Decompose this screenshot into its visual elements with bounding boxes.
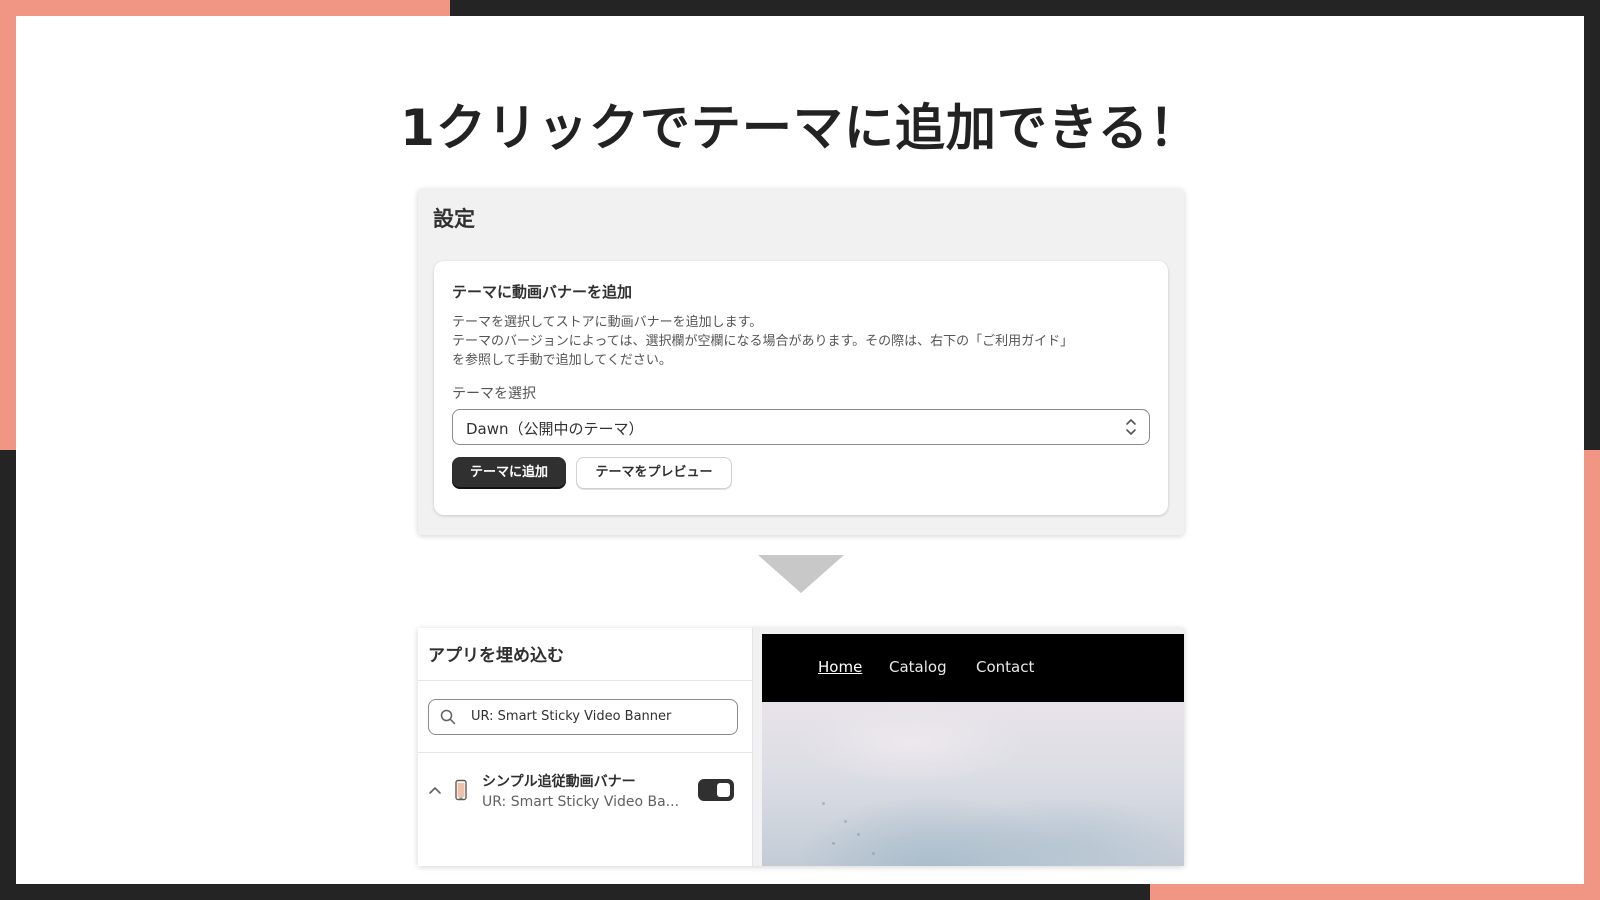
app-embed-sidebar: アプリを埋め込む UR: Smart Sticky Video Banner シ… [418,628,753,866]
theme-select-value: Dawn（公開中のテーマ） [466,420,644,438]
hero-texture [857,833,860,836]
nav-link-contact[interactable]: Contact [976,658,1034,676]
down-arrow-icon [758,555,844,593]
search-input[interactable]: UR: Smart Sticky Video Banner [428,699,738,735]
settings-title: 設定 [433,207,475,231]
corner-accent-right [1584,450,1600,900]
nav-link-catalog[interactable]: Catalog [889,658,947,676]
card-description: テーマを選択してストアに動画バナーを追加します。 テーマのバージョンによっては、… [452,313,1152,370]
preview-theme-button[interactable]: テーマをプレビュー [576,457,732,489]
theme-select[interactable]: Dawn（公開中のテーマ） [452,409,1150,445]
app-embed-subtitle: UR: Smart Sticky Video Ba... [482,794,680,810]
card-description-line: テーマのバージョンによっては、選択欄が空欄になる場合があります。その際は、右下の… [452,334,1074,349]
app-embed-toggle[interactable] [698,779,734,801]
search-value: UR: Smart Sticky Video Banner [471,709,672,724]
theme-preview: Home Catalog Contact [762,634,1184,866]
settings-panel: 設定 テーマに動画バナーを追加 テーマを選択してストアに動画バナーを追加します。… [418,189,1184,535]
chevron-up-icon[interactable] [428,785,442,795]
hero-image [762,702,1184,866]
card-description-line: テーマを選択してストアに動画バナーを追加します。 [452,315,763,330]
toggle-knob [717,783,730,797]
corner-accent-top [0,0,450,16]
nav-link-home[interactable]: Home [818,658,862,676]
app-embed-title: アプリを埋め込む [428,646,564,666]
theme-banner-card: テーマに動画バナーを追加 テーマを選択してストアに動画バナーを追加します。 テー… [434,261,1168,515]
divider [418,752,752,753]
add-to-theme-button[interactable]: テーマに追加 [452,457,566,489]
app-embed-panel: アプリを埋め込む UR: Smart Sticky Video Banner シ… [418,628,1184,866]
phone-icon [455,779,467,801]
hero-texture [844,820,847,823]
divider [418,680,752,681]
slide-headline: 1クリックでテーマに追加できる！ [400,99,1200,157]
corner-accent-bottom [1150,884,1600,900]
preview-nav-bar: Home Catalog Contact [762,634,1184,702]
theme-select-label: テーマを選択 [452,386,536,402]
card-description-line: を参照して手動で追加してください。 [452,353,672,368]
search-icon [440,709,456,725]
hero-texture [872,852,875,855]
hero-texture [822,802,825,805]
slide: 1クリックでテーマに追加できる！ 設定 テーマに動画バナーを追加 テーマを選択し… [16,16,1584,884]
card-title: テーマに動画バナーを追加 [452,283,633,301]
corner-accent-left [0,0,16,450]
hero-texture [832,842,835,845]
app-embed-name: シンプル追従動画バナー [482,774,636,790]
select-arrows-icon [1126,419,1136,435]
